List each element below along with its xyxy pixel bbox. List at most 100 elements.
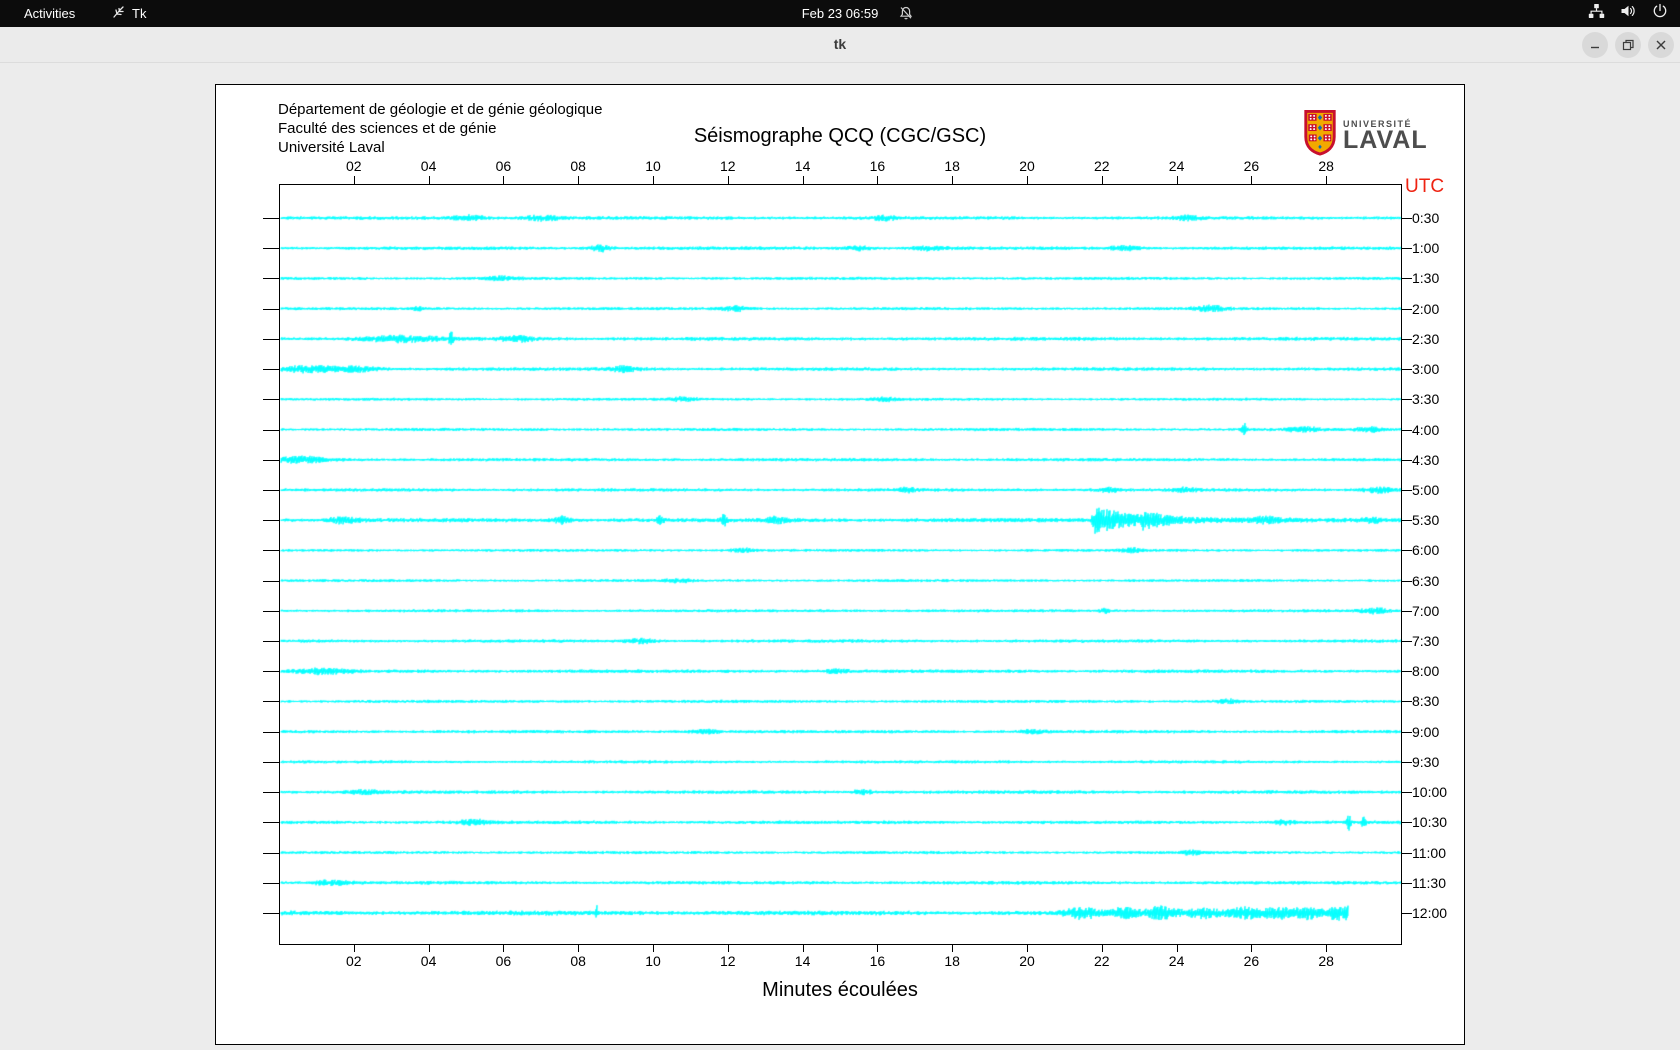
y-tick-left [263, 278, 279, 279]
y-tick-right [1401, 550, 1412, 551]
y-tick-left [263, 218, 279, 219]
x-tick-bottom [1251, 944, 1253, 952]
x-tick-bottom [428, 944, 430, 952]
x-tick-label-bottom: 08 [570, 953, 586, 969]
x-tick-label-top: 14 [794, 158, 811, 174]
y-tick-left [263, 883, 279, 884]
y-tick-right [1401, 671, 1412, 672]
y-tick-left [263, 641, 279, 642]
y-tick-right [1401, 490, 1412, 491]
x-tick-label-top: 06 [495, 158, 512, 174]
x-tick-label-top: 20 [1019, 158, 1035, 174]
activities-button[interactable]: Activities [24, 0, 75, 27]
x-tick-bottom [1027, 944, 1028, 952]
x-tick-bottom [727, 944, 729, 952]
y-tick-right [1401, 792, 1412, 793]
restore-button[interactable] [1615, 32, 1641, 58]
laval-logo-large-line: LAVAL [1343, 126, 1428, 154]
institution-line: Département de géologie et de génie géol… [278, 101, 603, 118]
power-icon [1652, 3, 1668, 24]
y-tick-left [263, 369, 279, 370]
minimize-button[interactable] [1582, 32, 1608, 58]
x-tick-label-top: 04 [420, 158, 437, 174]
y-tick-right [1401, 520, 1412, 521]
clock[interactable]: Feb 23 06:59 [802, 0, 879, 27]
y-tick-right [1401, 218, 1412, 219]
utc-time-label: 4:30 [1412, 452, 1440, 468]
x-tick-top [1251, 176, 1253, 184]
utc-time-label: 3:00 [1412, 361, 1440, 377]
x-tick-label-top: 18 [944, 158, 960, 174]
y-tick-right [1401, 339, 1412, 340]
utc-time-label: 11:30 [1412, 875, 1446, 891]
close-button[interactable] [1648, 32, 1674, 58]
y-tick-left [263, 853, 279, 854]
utc-time-label: 10:30 [1412, 814, 1448, 830]
app-menu-label: Tk [132, 6, 147, 21]
y-tick-right [1401, 581, 1412, 582]
x-tick-top [1176, 176, 1178, 184]
x-axis-title: Minutes écoulées [762, 979, 918, 1001]
app-menu-tk[interactable]: Tk [112, 0, 146, 27]
y-tick-left [263, 671, 279, 672]
y-tick-left [263, 611, 279, 612]
utc-time-label: 2:00 [1412, 301, 1440, 317]
y-tick-left [263, 248, 279, 249]
notifications-disabled-icon [898, 5, 914, 26]
utc-time-label: 6:30 [1412, 573, 1440, 589]
y-tick-left [263, 339, 279, 340]
utc-time-label: 4:00 [1412, 422, 1440, 438]
x-tick-top [877, 176, 879, 184]
x-tick-bottom [653, 944, 654, 952]
y-tick-left [263, 701, 279, 702]
y-tick-right [1401, 762, 1412, 763]
y-tick-right [1401, 369, 1412, 370]
x-tick-label-top: 28 [1318, 158, 1334, 174]
x-tick-label-bottom: 10 [645, 953, 661, 969]
x-tick-label-top: 16 [869, 158, 886, 174]
y-tick-right [1401, 399, 1412, 400]
universite-laval-logo: UNIVERSITÉ LAVAL [1303, 109, 1428, 161]
x-tick-label-bottom: 26 [1243, 953, 1260, 969]
y-tick-left [263, 309, 279, 310]
x-tick-label-bottom: 12 [720, 953, 736, 969]
x-tick-top [1101, 176, 1103, 184]
x-tick-label-top: 02 [346, 158, 362, 174]
y-tick-right [1401, 309, 1412, 310]
x-tick-bottom [503, 944, 505, 952]
y-tick-left [263, 550, 279, 551]
x-tick-label-top: 26 [1243, 158, 1260, 174]
x-tick-top [503, 176, 505, 184]
tk-feather-icon [112, 5, 125, 22]
utc-time-label: 12:00 [1412, 905, 1448, 921]
utc-axis-title: UTC [1405, 176, 1445, 197]
y-tick-right [1401, 732, 1412, 733]
gnome-top-bar: Activities Tk Feb 23 06:59 [0, 0, 1680, 27]
x-tick-bottom [1176, 944, 1178, 952]
volume-icon [1620, 3, 1637, 24]
x-tick-label-bottom: 04 [420, 953, 437, 969]
utc-time-label: 6:00 [1412, 542, 1440, 558]
chart-title: Séismographe QCQ (CGC/GSC) [693, 125, 987, 147]
y-tick-left [263, 399, 279, 400]
utc-time-label: 8:00 [1412, 663, 1440, 679]
utc-time-label: 7:30 [1412, 633, 1440, 649]
window-titlebar[interactable]: tk [0, 27, 1680, 63]
y-tick-right [1401, 460, 1412, 461]
y-tick-left [263, 520, 279, 521]
x-tick-top [1027, 176, 1028, 184]
system-status-area[interactable] [1588, 0, 1668, 27]
y-tick-right [1401, 701, 1412, 702]
x-tick-label-top: 08 [570, 158, 586, 174]
x-tick-bottom [802, 944, 804, 952]
x-tick-top [952, 176, 954, 184]
x-tick-label-bottom: 06 [495, 953, 512, 969]
y-tick-right [1401, 278, 1412, 279]
y-tick-right [1401, 822, 1412, 823]
x-tick-label-bottom: 18 [944, 953, 960, 969]
y-tick-left [263, 581, 279, 582]
utc-time-label: 7:00 [1412, 603, 1440, 619]
utc-time-label: 9:00 [1412, 724, 1440, 740]
y-tick-right [1401, 883, 1412, 884]
y-tick-right [1401, 611, 1412, 612]
